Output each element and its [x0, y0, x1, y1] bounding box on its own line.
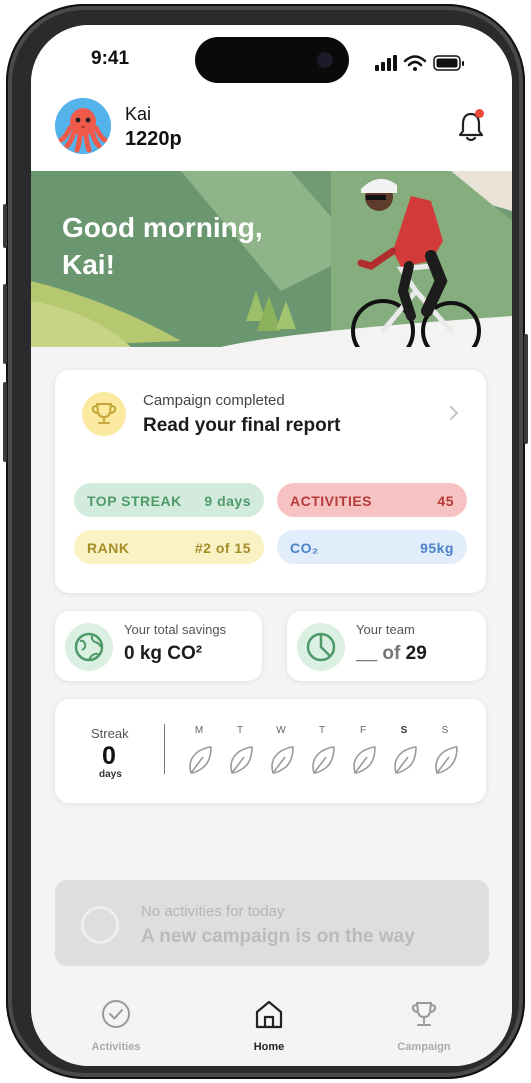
- stat-value: #2 of 15: [194, 540, 251, 556]
- battery-icon: [433, 55, 464, 71]
- status-time: 9:41: [91, 48, 130, 69]
- volume-down-button: [3, 382, 7, 462]
- earth-badge: [65, 623, 113, 671]
- leaf-icon: [312, 746, 335, 774]
- team-label: Your team: [356, 622, 415, 637]
- volume-up-button: [3, 284, 7, 364]
- stat-label: CO₂: [290, 540, 319, 556]
- savings-card[interactable]: Your total savings 0 kg CO²: [55, 611, 262, 681]
- campaign-card[interactable]: Campaign completed Read your final repor…: [55, 370, 486, 593]
- leaf-icon: [189, 746, 212, 774]
- user-name: Kai: [125, 104, 152, 124]
- status-icons: [375, 55, 464, 71]
- notification-badge: [475, 109, 484, 118]
- empty-circle-icon: [81, 906, 119, 944]
- stat-value: 95kg: [420, 540, 454, 556]
- tab-label: Activities: [91, 1041, 141, 1053]
- tab-campaign[interactable]: Campaign: [374, 998, 474, 1053]
- day-label: S: [441, 725, 449, 736]
- screen: 9:41 Kai 1220p Good morning, Kai! Campai…: [31, 25, 512, 1066]
- tab-label: Home: [253, 1041, 285, 1053]
- phone-frame: 9:41 Kai 1220p Good morning, Kai! Campai…: [3, 4, 528, 1079]
- wifi-icon: [403, 55, 427, 67]
- avatar[interactable]: [55, 98, 111, 154]
- stat-value: 9 days: [204, 493, 251, 509]
- day-label: F: [359, 725, 367, 736]
- team-value: __ of 29: [356, 643, 427, 665]
- day-label: T: [318, 725, 326, 736]
- day-label: W: [276, 725, 286, 736]
- streak-value: 0: [102, 742, 116, 770]
- empty-activities-card: No activities for today A new campaign i…: [55, 880, 489, 966]
- dynamic-island: [195, 37, 349, 83]
- team-rank: __: [356, 643, 378, 664]
- leaf-icon: [353, 746, 376, 774]
- team-card[interactable]: Your team __ of 29: [287, 611, 486, 681]
- stat-label: ACTIVITIES: [290, 493, 373, 509]
- tab-home[interactable]: Home: [219, 998, 319, 1053]
- stat-activities: ACTIVITIES 45: [277, 483, 467, 517]
- house-icon: [255, 1000, 283, 1029]
- stat-label: TOP STREAK: [87, 493, 182, 509]
- stat-label: RANK: [87, 540, 130, 556]
- tab-bar: Activities Home Campaign: [31, 980, 512, 1066]
- tab-label: Campaign: [397, 1041, 451, 1053]
- campaign-subtitle: Campaign completed: [143, 392, 285, 409]
- streak-label: Streak: [91, 726, 129, 741]
- hero-banner: Good morning, Kai!: [31, 171, 512, 347]
- stat-co2: CO₂ 95kg: [277, 530, 467, 564]
- signal-icon: [375, 55, 397, 71]
- pie-chart-icon: [306, 632, 336, 662]
- user-points: 1220p: [125, 128, 182, 150]
- leaf-icon: [435, 746, 458, 774]
- streak-card: Streak 0 days M T W T F S S: [55, 699, 486, 803]
- empty-title: A new campaign is on the way: [141, 926, 415, 947]
- day-label: M: [194, 725, 204, 736]
- octopus-icon: [55, 98, 111, 154]
- earth-icon: [74, 632, 104, 662]
- leaf-icon: [230, 746, 253, 774]
- greeting: Good morning, Kai!: [62, 212, 263, 280]
- stat-rank: RANK #2 of 15: [74, 530, 264, 564]
- app-header: Kai 1220p: [31, 95, 512, 171]
- trophy-icon: [91, 403, 117, 424]
- streak-divider: [164, 724, 165, 774]
- stat-top-streak: TOP STREAK 9 days: [74, 483, 264, 517]
- leaf-icon: [271, 746, 294, 774]
- chevron-right-icon[interactable]: [448, 404, 460, 422]
- day-label: S: [400, 725, 408, 736]
- team-of: of: [377, 643, 406, 664]
- power-button: [524, 334, 528, 444]
- mute-switch: [3, 204, 7, 248]
- stat-value: 45: [437, 493, 454, 509]
- check-circle-icon: [102, 1000, 130, 1028]
- pie-badge: [297, 623, 345, 671]
- empty-subtitle: No activities for today: [141, 903, 285, 920]
- team-total: 29: [405, 643, 427, 664]
- day-label: T: [236, 725, 244, 736]
- trophy-icon: [411, 1002, 437, 1026]
- savings-label: Your total savings: [124, 622, 227, 637]
- leaf-icon: [394, 746, 417, 774]
- tab-activities[interactable]: Activities: [66, 998, 166, 1053]
- savings-value: 0 kg CO²: [124, 643, 203, 664]
- streak-unit: days: [99, 769, 122, 780]
- campaign-title: Read your final report: [143, 415, 341, 436]
- trophy-badge: [82, 392, 126, 436]
